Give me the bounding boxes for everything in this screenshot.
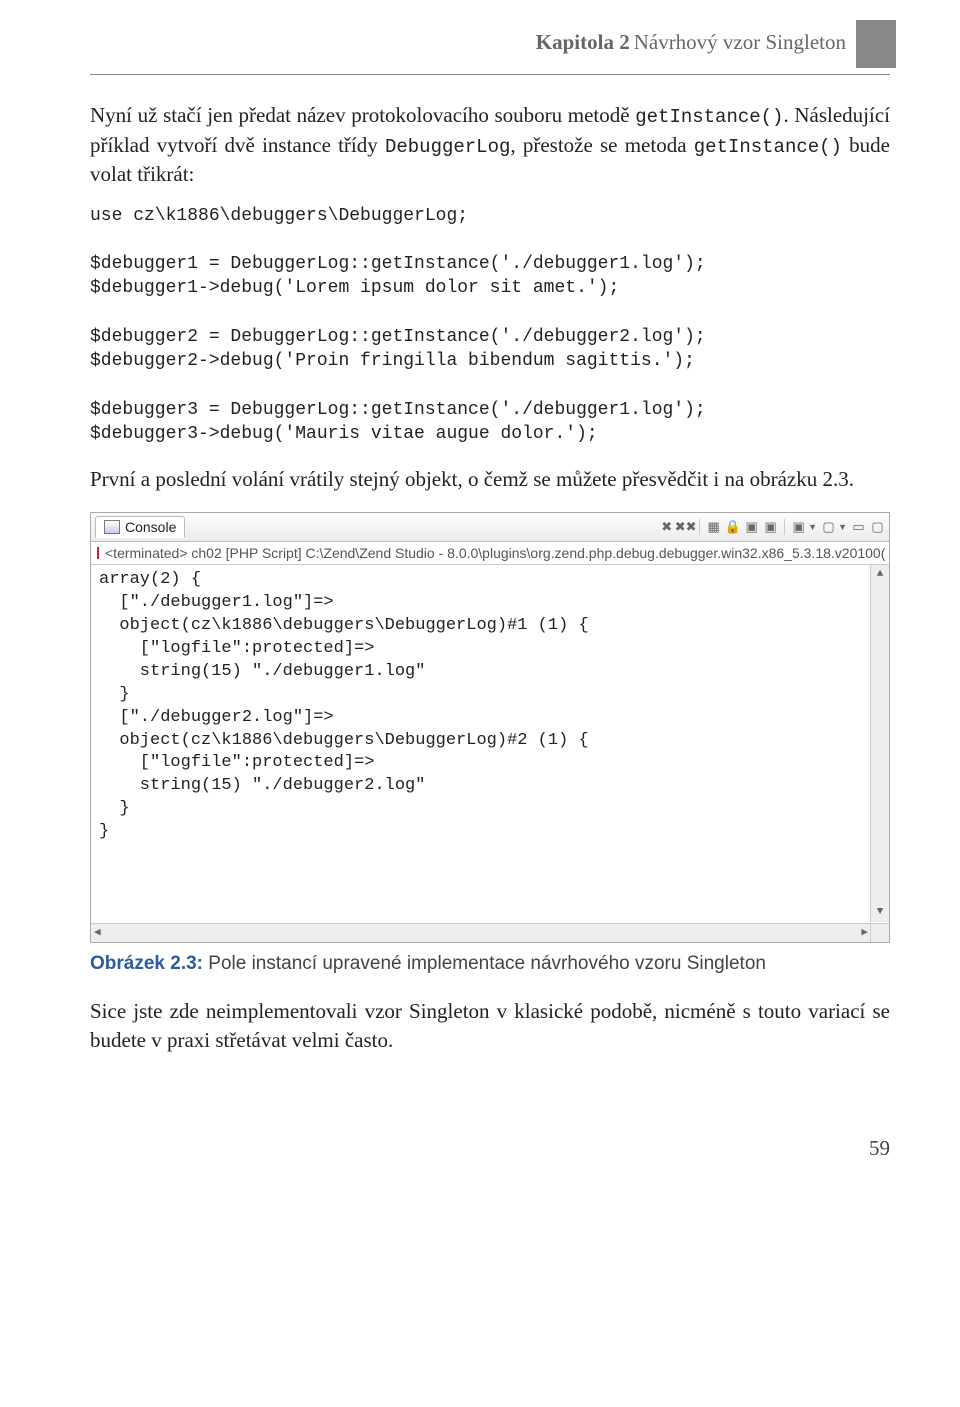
paragraph-3: Sice jste zde neimplementovali vzor Sing… [90, 997, 890, 1056]
chapter-header: Kapitola 2 Návrhový vzor Singleton [90, 30, 890, 75]
scroll-up-icon[interactable]: ▲ [877, 565, 884, 584]
chapter-title: Návrhový vzor Singleton [634, 30, 846, 55]
figure-caption-text: Pole instancí upravené implementace návr… [203, 953, 766, 974]
console-screenshot: Console ✖ ✖✖ ▦ 🔒 ▣ ▣ ▣ ▼ ▢ ▼ ▭ ▢ <termin… [90, 512, 890, 943]
page-number: 59 [90, 1136, 890, 1161]
remove-launch-icon[interactable]: ✖ [659, 519, 674, 534]
code-inline-debuggerlog: DebuggerLog [385, 136, 510, 158]
minimize-icon[interactable]: ▭ [851, 519, 866, 534]
clear-icon[interactable]: ▦ [706, 519, 721, 534]
scroll-lock-icon[interactable]: 🔒 [725, 519, 740, 534]
code-listing-1: use cz\k1886\debuggers\DebuggerLog; $deb… [90, 204, 890, 447]
console-icon [104, 520, 120, 534]
scroll-down-icon[interactable]: ▼ [877, 903, 884, 922]
console-tab[interactable]: Console [95, 516, 185, 538]
display-icon[interactable]: ▣ [763, 519, 778, 534]
new-console-icon[interactable]: ▢ [821, 519, 836, 534]
scrollbar-corner [870, 923, 889, 942]
console-tab-label: Console [125, 519, 176, 535]
chapter-label: Kapitola 2 [536, 30, 630, 55]
open-console-icon[interactable]: ▣ [791, 519, 806, 534]
pin-icon[interactable]: ▣ [744, 519, 759, 534]
separator [699, 519, 700, 535]
dropdown-icon[interactable]: ▼ [838, 522, 847, 532]
paragraph-1: Nyní už stačí jen předat název protokolo… [90, 101, 890, 190]
console-status-line: <terminated> ch02 [PHP Script] C:\Zend\Z… [91, 542, 889, 565]
thumb-tab [856, 20, 896, 68]
figure-number: Obrázek 2.3: [90, 953, 203, 974]
console-output: array(2) { ["./debugger1.log"]=> object(… [91, 565, 889, 942]
code-inline-getinstance: getInstance() [635, 106, 783, 128]
remove-all-icon[interactable]: ✖✖ [678, 519, 693, 534]
maximize-icon[interactable]: ▢ [870, 519, 885, 534]
figure-caption: Obrázek 2.3: Pole instancí upravené impl… [90, 953, 890, 975]
terminated-icon [97, 547, 99, 559]
code-inline-getinstance2: getInstance() [694, 136, 842, 158]
scroll-left-icon[interactable]: ◀ [91, 926, 104, 941]
horizontal-scrollbar[interactable]: ◀ ▶ [91, 923, 871, 942]
separator [784, 519, 785, 535]
dropdown-icon[interactable]: ▼ [808, 522, 817, 532]
vertical-scrollbar[interactable]: ▲ ▼ [870, 565, 889, 922]
paragraph-2: První a poslední volání vrátily stejný o… [90, 465, 890, 494]
console-toolbar: Console ✖ ✖✖ ▦ 🔒 ▣ ▣ ▣ ▼ ▢ ▼ ▭ ▢ [91, 513, 889, 542]
